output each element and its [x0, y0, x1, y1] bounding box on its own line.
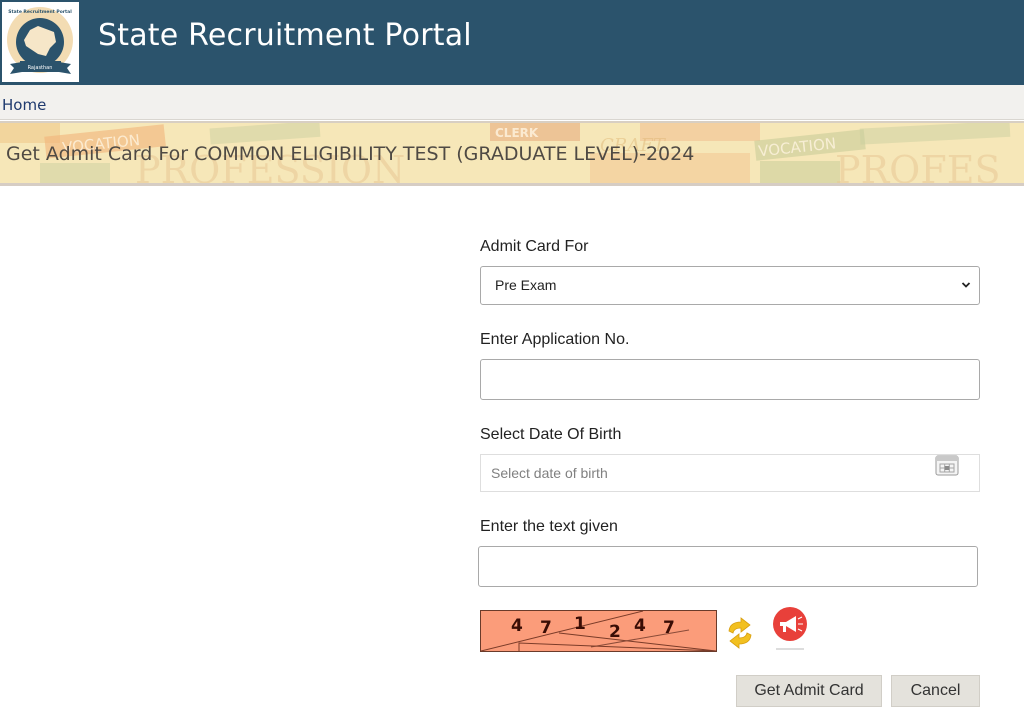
captcha-label: Enter the text given	[480, 518, 618, 535]
logo-ribbon-text: Rajasthan	[28, 65, 53, 71]
captcha-char: 4	[511, 616, 523, 636]
nav-bar: Home	[0, 85, 1024, 120]
captcha-characters: 4 7 1 2 4 7	[481, 611, 716, 651]
refresh-icon[interactable]	[725, 616, 755, 650]
svg-text:CLERK: CLERK	[495, 126, 539, 140]
application-no-label: Enter Application No.	[480, 331, 630, 348]
nav-home-link[interactable]: Home	[2, 96, 46, 114]
captcha-image: 4 7 1 2 4 7	[480, 610, 717, 652]
calendar-icon[interactable]	[935, 453, 959, 477]
megaphone-icon[interactable]	[770, 606, 810, 654]
captcha-input[interactable]	[478, 546, 978, 587]
dob-label: Select Date Of Birth	[480, 426, 622, 443]
captcha-char: 2	[609, 622, 621, 642]
dob-placeholder: Select date of birth	[491, 465, 608, 481]
page-title: Get Admit Card For COMMON ELIGIBILITY TE…	[6, 143, 695, 165]
admit-card-for-label: Admit Card For	[480, 238, 589, 255]
get-admit-card-button[interactable]: Get Admit Card	[736, 675, 882, 707]
svg-text:PROFES: PROFES	[835, 148, 1000, 186]
portal-logo[interactable]: Rajasthan State Recruitment Portal	[2, 2, 79, 82]
captcha-char: 7	[540, 618, 552, 638]
captcha-char: 1	[574, 614, 586, 634]
cancel-button[interactable]: Cancel	[891, 675, 980, 707]
chevron-down-icon	[961, 282, 971, 288]
page-title-banner: VOCATION PROFESSION PROFES CLERK VOCATIO…	[0, 121, 1024, 186]
admit-card-for-select[interactable]: Pre Exam	[480, 266, 980, 305]
site-title: State Recruitment Portal	[98, 18, 472, 53]
application-no-input[interactable]	[480, 359, 980, 400]
admit-card-for-selected: Pre Exam	[495, 277, 557, 293]
logo-emblem-icon: Rajasthan State Recruitment Portal	[2, 2, 79, 82]
captcha-char: 7	[663, 618, 675, 638]
dob-input[interactable]: Select date of birth	[480, 454, 980, 492]
logo-top-text: State Recruitment Portal	[8, 9, 72, 15]
site-header: Rajasthan State Recruitment Portal State…	[0, 0, 1024, 85]
captcha-char: 4	[634, 616, 646, 636]
